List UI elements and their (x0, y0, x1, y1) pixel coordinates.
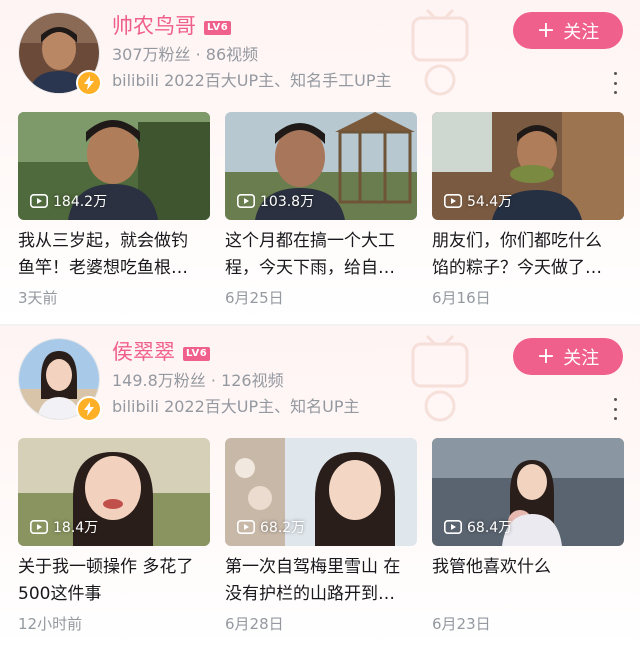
play-icon (30, 194, 48, 208)
video-thumbnail[interactable]: 54.4万 (432, 112, 624, 220)
video-list: 18.4万 关于我一顿操作 多花了 500这件事 12小时前 68.2万 第一次… (18, 438, 624, 638)
up-name[interactable]: 侯翠翠 LV6 (112, 338, 211, 366)
video-title[interactable]: 我管他喜欢什么 (432, 554, 624, 608)
video-item[interactable]: 68.2万 第一次自驾梅里雪山 在 没有护栏的山路开到… 6月28日 (225, 438, 417, 634)
video-date: 3天前 (18, 289, 58, 307)
plus-icon: + (536, 17, 556, 43)
video-title[interactable]: 这个月都在搞一个大工 程，今天下雨，给自… (225, 228, 417, 282)
video-date: 6月25日 (225, 289, 284, 307)
video-title[interactable]: 朋友们，你们都吃什么 馅的粽子？今天做了… (432, 228, 624, 282)
video-date: 6月23日 (432, 615, 491, 633)
follow-button[interactable]: + 关注 (513, 338, 623, 375)
follow-label: 关注 (563, 347, 600, 369)
lightning-icon (76, 396, 102, 422)
play-icon (237, 520, 255, 534)
video-title[interactable]: 我从三岁起，就会做钓 鱼竿！老婆想吃鱼根… (18, 228, 210, 282)
up-description: bilibili 2022百大UP主、知名UP主 (112, 397, 360, 416)
up-stats: 149.8万粉丝 · 126视频 (112, 371, 284, 390)
view-count: 103.8万 (237, 191, 314, 211)
view-count: 54.4万 (444, 191, 512, 211)
video-item[interactable]: 68.4万 我管他喜欢什么 6月23日 (432, 438, 624, 634)
video-thumbnail[interactable]: 103.8万 (225, 112, 417, 220)
up-card: 侯翠翠 LV6 149.8万粉丝 · 126视频 bilibili 2022百大U… (0, 324, 640, 649)
up-card: 帅农鸟哥 LV6 307万粉丝 · 86视频 bilibili 2022百大UP主… (0, 0, 640, 324)
up-description: bilibili 2022百大UP主、知名手工UP主 (112, 71, 392, 90)
video-item[interactable]: 103.8万 这个月都在搞一个大工 程，今天下雨，给自… 6月25日 (225, 112, 417, 308)
more-vertical-icon[interactable] (611, 72, 619, 94)
video-item[interactable]: 54.4万 朋友们，你们都吃什么 馅的粽子？今天做了… 6月16日 (432, 112, 624, 308)
up-name[interactable]: 帅农鸟哥 LV6 (112, 12, 232, 40)
video-thumbnail[interactable]: 68.2万 (225, 438, 417, 546)
play-icon (444, 520, 462, 534)
plus-icon: + (536, 343, 556, 369)
video-title[interactable]: 关于我一顿操作 多花了 500这件事 (18, 554, 210, 608)
level-badge: LV6 (204, 21, 232, 35)
video-date: 12小时前 (18, 615, 83, 633)
more-vertical-icon[interactable] (611, 398, 619, 420)
video-thumbnail[interactable]: 184.2万 (18, 112, 210, 220)
follow-button[interactable]: + 关注 (513, 12, 623, 49)
play-icon (30, 520, 48, 534)
view-count: 68.2万 (237, 517, 305, 537)
view-count: 184.2万 (30, 191, 107, 211)
video-date: 6月28日 (225, 615, 284, 633)
video-thumbnail[interactable]: 68.4万 (432, 438, 624, 546)
video-thumbnail[interactable]: 18.4万 (18, 438, 210, 546)
view-count: 18.4万 (30, 517, 98, 537)
video-list: 184.2万 我从三岁起，就会做钓 鱼竿！老婆想吃鱼根… 3天前 103.8万 … (18, 112, 624, 312)
avatar[interactable] (18, 338, 102, 422)
play-icon (444, 194, 462, 208)
video-item[interactable]: 18.4万 关于我一顿操作 多花了 500这件事 12小时前 (18, 438, 210, 634)
video-title[interactable]: 第一次自驾梅里雪山 在 没有护栏的山路开到… (225, 554, 417, 608)
tv-mascot-watermark-icon (411, 8, 469, 96)
video-item[interactable]: 184.2万 我从三岁起，就会做钓 鱼竿！老婆想吃鱼根… 3天前 (18, 112, 210, 308)
video-date: 6月16日 (432, 289, 491, 307)
avatar[interactable] (18, 12, 102, 96)
up-stats: 307万粉丝 · 86视频 (112, 45, 259, 64)
lightning-icon (76, 70, 102, 96)
view-count: 68.4万 (444, 517, 512, 537)
follow-label: 关注 (563, 21, 600, 43)
play-icon (237, 194, 255, 208)
level-badge: LV6 (183, 347, 211, 361)
tv-mascot-watermark-icon (411, 334, 469, 422)
